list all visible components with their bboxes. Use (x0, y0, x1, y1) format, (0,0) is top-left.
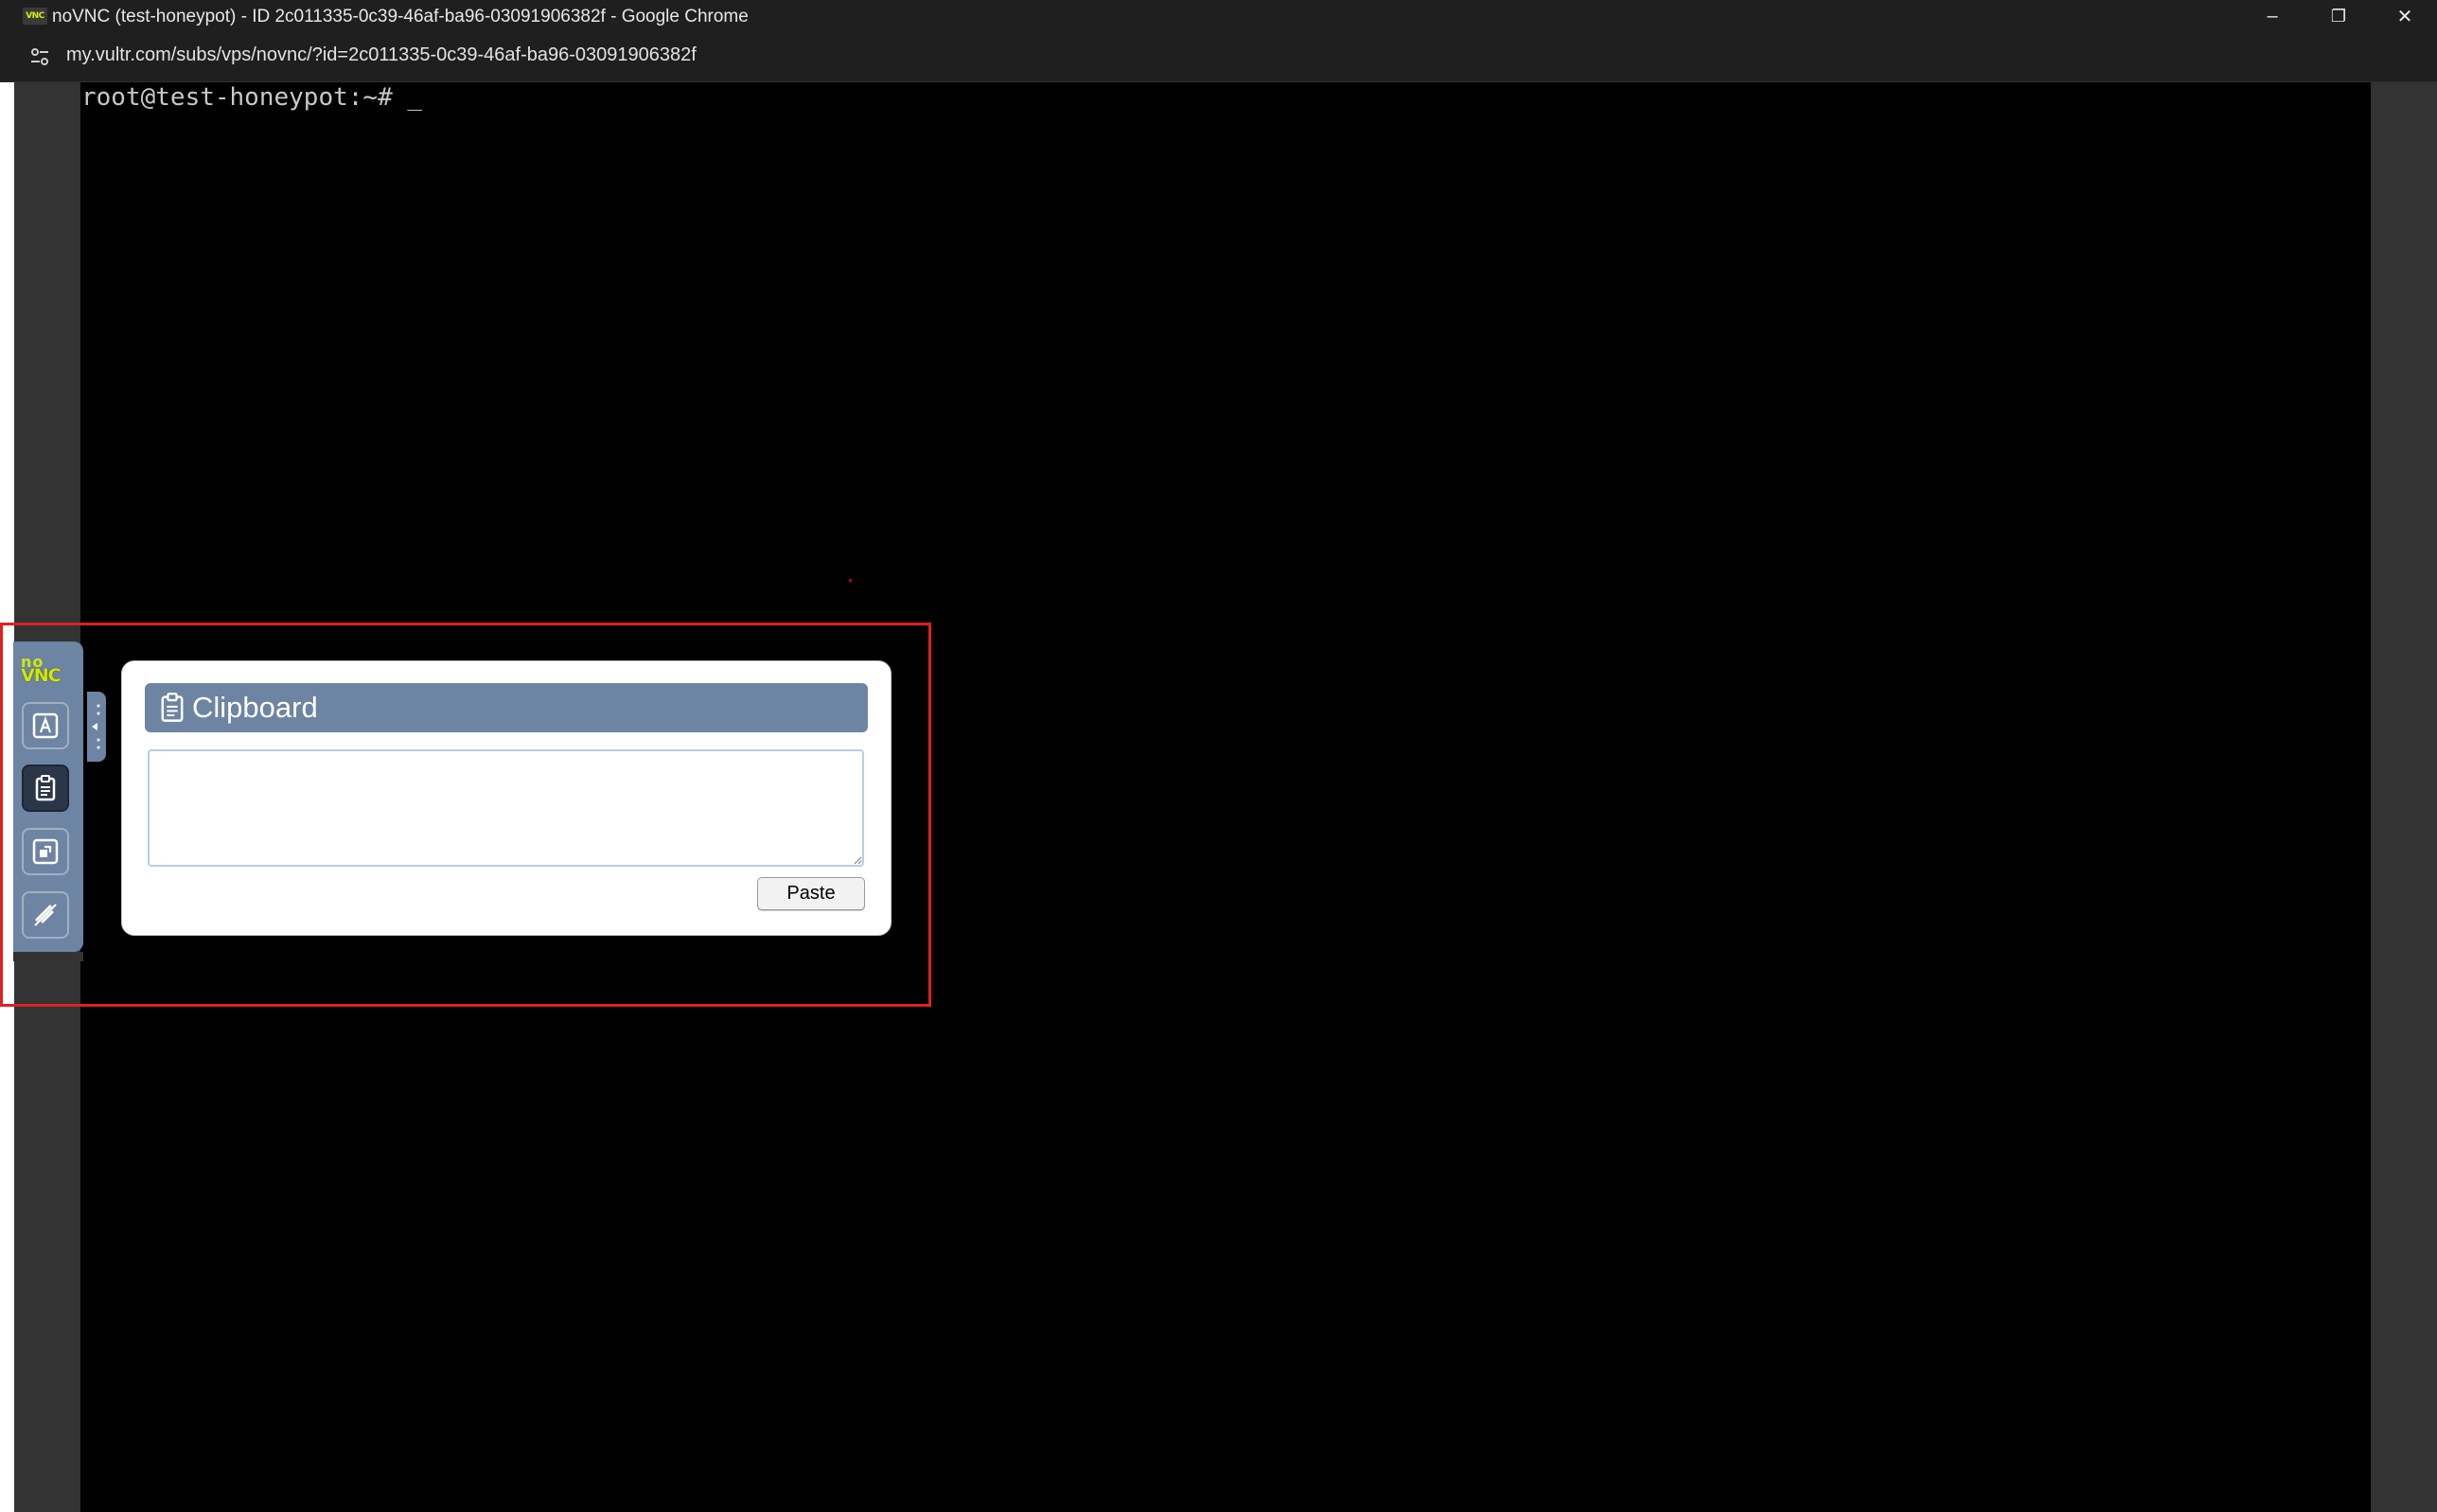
address-bar: my.vultr.com/subs/vps/novnc/?id=2c011335… (0, 32, 2437, 82)
control-bar-handle[interactable] (87, 692, 106, 762)
url-field[interactable]: my.vultr.com/subs/vps/novnc/?id=2c011335… (66, 44, 697, 66)
collapse-arrow-icon (92, 704, 100, 749)
clipboard-textarea[interactable] (148, 749, 864, 867)
clipboard-icon (161, 693, 184, 722)
control-bar-shadow (13, 952, 83, 961)
paste-button[interactable]: Paste (757, 877, 865, 910)
fullscreen-icon (32, 838, 59, 865)
tune-icon (31, 48, 48, 65)
clipboard-panel-header: Clipboard (145, 683, 868, 732)
site-info-icon[interactable] (26, 44, 53, 70)
clipboard-icon (35, 775, 56, 801)
disconnect-icon (34, 904, 57, 926)
novnc-logo-vnc: VNC (21, 665, 62, 686)
disconnect-button[interactable] (22, 891, 69, 939)
screen-gutter-right (2371, 82, 2437, 1512)
window-title: noVNC (test-honeypot) - ID 2c011335-0c39… (52, 7, 749, 26)
keyboard-a-icon (32, 712, 59, 739)
terminal-prompt: root@test-honeypot:~# _ (81, 83, 423, 112)
minimize-button[interactable]: – (2240, 0, 2305, 32)
remote-cursor-dot (849, 579, 852, 582)
clipboard-button[interactable] (22, 765, 69, 812)
close-button[interactable]: ✕ (2373, 0, 2437, 32)
clipboard-panel-title: Clipboard (192, 691, 318, 724)
extra-keys-button[interactable] (22, 702, 69, 749)
fullscreen-button[interactable] (22, 828, 69, 875)
novnc-favicon-icon: VNC (23, 8, 47, 25)
novnc-logo: no VNC (21, 655, 74, 689)
browser-title-bar: VNC noVNC (test-honeypot) - ID 2c011335-… (0, 0, 2437, 32)
restore-button[interactable]: ❐ (2306, 0, 2371, 32)
